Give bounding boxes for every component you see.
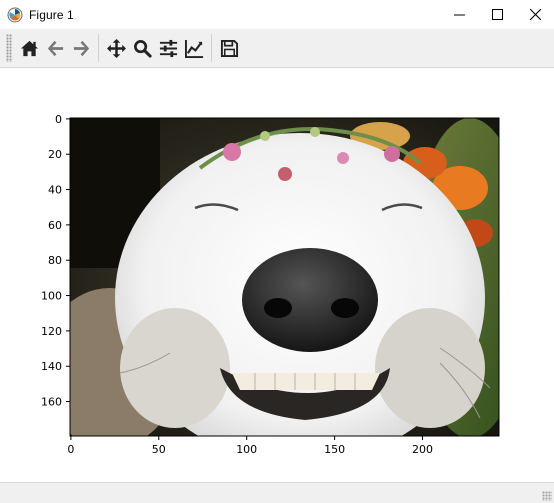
configure-subplots-button[interactable]: [156, 33, 180, 63]
move-icon: [106, 38, 126, 58]
maximize-button[interactable]: [478, 0, 516, 29]
y-tick-label: 160: [41, 396, 62, 409]
home-icon: [20, 40, 38, 56]
window-controls: [440, 0, 554, 29]
minimize-button[interactable]: [440, 0, 478, 29]
y-axis: 0 20 40 60 80 100 120 140 160: [41, 113, 70, 409]
edit-axes-button[interactable]: [182, 33, 206, 63]
toolbar-separator: [211, 34, 212, 62]
home-button[interactable]: [17, 33, 41, 63]
sliders-icon: [159, 39, 177, 57]
maximize-icon: [491, 9, 503, 20]
save-button[interactable]: [217, 33, 241, 63]
figure-canvas[interactable]: 0 50 100 150 200 0 20 40 60 80 100 120 140 160: [0, 68, 554, 482]
navigation-toolbar: [0, 29, 554, 68]
toolbar-grip[interactable]: [6, 34, 12, 62]
y-tick-label: 120: [41, 325, 62, 338]
title-bar: Figure 1: [0, 0, 554, 30]
x-tick-label: 0: [67, 443, 74, 456]
resize-grip[interactable]: [542, 491, 552, 501]
y-tick-label: 80: [48, 254, 62, 267]
y-tick-label: 0: [55, 113, 62, 126]
y-tick-label: 100: [41, 290, 62, 303]
pan-button[interactable]: [104, 33, 128, 63]
forward-button[interactable]: [69, 33, 93, 63]
line-chart-icon: [184, 39, 203, 58]
x-tick-label: 100: [236, 443, 257, 456]
y-tick-label: 140: [41, 360, 62, 373]
toolbar-separator: [98, 34, 99, 62]
dog-image: [70, 118, 499, 436]
close-button[interactable]: [516, 0, 554, 29]
window-title: Figure 1: [29, 7, 74, 22]
y-tick-label: 20: [48, 148, 62, 161]
matplotlib-logo-icon: [7, 7, 23, 22]
back-button[interactable]: [43, 33, 67, 63]
plot-svg: 0 50 100 150 200 0 20 40 60 80 100 120 140 160: [41, 113, 500, 456]
image-axes: 0 50 100 150 200 0 20 40 60 80 100 120 140 160: [41, 113, 500, 456]
y-tick-label: 40: [48, 184, 62, 197]
status-bar: [0, 482, 554, 503]
close-icon: [529, 9, 541, 20]
arrow-left-icon: [47, 40, 63, 56]
search-icon: [133, 39, 152, 58]
minimize-icon: [453, 14, 465, 16]
arrow-right-icon: [73, 40, 89, 56]
x-axis: 0 50 100 150 200: [67, 436, 433, 456]
save-icon: [220, 39, 238, 57]
zoom-button[interactable]: [130, 33, 154, 63]
x-tick-label: 50: [152, 443, 166, 456]
x-tick-label: 150: [324, 443, 345, 456]
y-tick-label: 60: [48, 219, 62, 232]
x-tick-label: 200: [412, 443, 433, 456]
